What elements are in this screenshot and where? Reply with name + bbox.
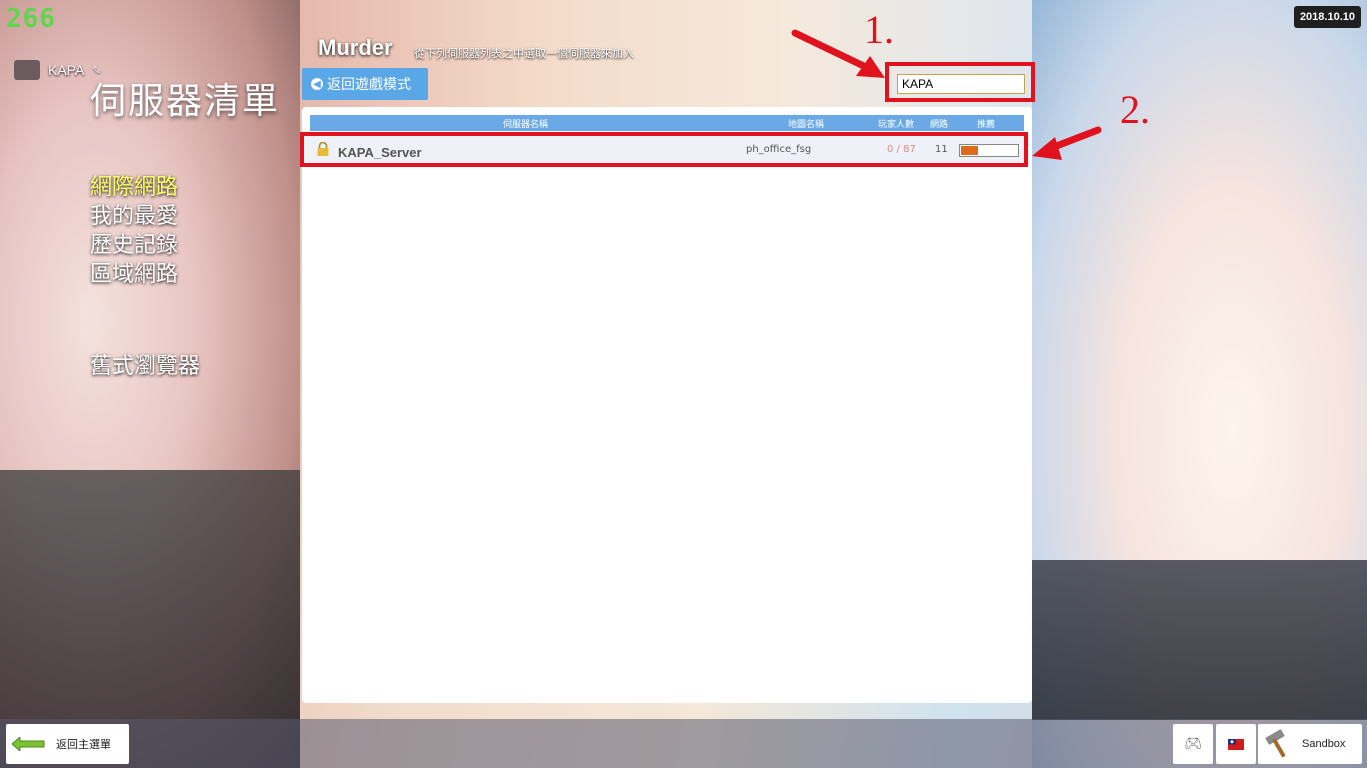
annotation-step2: 2. [1120,87,1150,132]
nav-item-internet[interactable]: 網際網路 [90,173,178,202]
search-highlight-box [885,62,1035,102]
col-header-recommend[interactable]: 推薦 [977,117,995,130]
game-mode-title: Murder [318,35,393,60]
server-list-panel: 伺服器名稱 地圖名稱 玩家人數 網路 推薦 KAPA_Server ph_off… [300,107,1032,703]
hammer-icon [1265,729,1286,758]
bottom-bar [0,719,1367,768]
taiwan-flag-icon [1228,738,1244,750]
col-header-name[interactable]: 伺服器名稱 [503,117,548,130]
back-to-main-menu-label: 返回主選單 [56,738,111,751]
col-header-players[interactable]: 玩家人數 [878,117,914,130]
page-subtitle: 從下列伺服器列表之中選取一個伺服器來加入 [414,47,634,60]
col-header-ping[interactable]: 網路 [930,117,948,130]
side-nav: 網際網路 我的最愛 歷史記錄 區域網路 [90,173,178,289]
left-arrow-icon [12,737,45,751]
sandbox-button[interactable]: Sandbox [1258,724,1362,764]
annotation-step1: 1. [864,7,894,52]
gamepad-icon: 🎮︎ [1184,736,1202,752]
nav-item-favorites[interactable]: 我的最愛 [90,202,178,231]
page-title: 伺服器清單 [90,81,281,122]
back-to-main-menu-button[interactable]: 返回主選單 [6,724,129,764]
back-arrow-icon: ◀ [311,78,323,90]
avatar [14,60,40,80]
search-input[interactable] [897,74,1025,94]
nav-item-lan[interactable]: 區域網路 [90,260,178,289]
gamepad-button[interactable]: 🎮︎ [1173,724,1213,764]
date-badge: 2018.10.10 [1293,6,1361,28]
sandbox-label: Sandbox [1302,738,1346,750]
language-button[interactable] [1216,724,1256,764]
legacy-browser-link[interactable]: 舊式瀏覽器 [90,348,200,380]
user-name: KAPA [48,62,85,78]
table-header: 伺服器名稱 地圖名稱 玩家人數 網路 推薦 [310,115,1024,131]
user-profile[interactable]: KAPA ✎ [14,60,102,80]
back-to-gamemode-label: 返回遊戲模式 [327,77,411,93]
row-highlight-box [300,132,1028,167]
col-header-map[interactable]: 地圖名稱 [788,117,824,130]
back-to-gamemode-button[interactable]: ◀ 返回遊戲模式 [302,68,428,100]
nav-item-history[interactable]: 歷史記錄 [90,231,178,260]
app-logo: 266 [6,4,56,34]
background-illustration-right-body [1032,560,1367,720]
